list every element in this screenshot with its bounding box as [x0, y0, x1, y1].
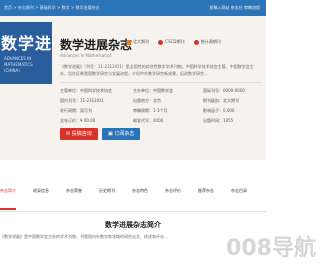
journal-tabs: 杂志简介 收录信息 杂志荣誉 历史期刊 杂志特色 杂志评价 推荐杂志 杂志目录	[0, 172, 266, 212]
journal-description: 《数学进展》（刊号：11-2312/O1）是全国性的综合性数学学术刊物。中国科学…	[60, 64, 254, 76]
topbar-right-links[interactable]: 投稿入网站 杂志社 审稿流程	[209, 0, 260, 16]
tab-indexing[interactable]: 收录信息	[33, 188, 49, 194]
tab-contents[interactable]: 杂志目录	[231, 188, 247, 194]
badge-icon	[126, 39, 131, 45]
info-cell: 出版时间：1955	[203, 118, 234, 123]
info-row: 发行周期：双月刊 审稿周期：1-3个月 影响因子：0.000	[60, 106, 266, 116]
info-cell: 国际刊号：0000-0000	[203, 88, 245, 93]
info-cell: 邮发代号：0000	[133, 118, 164, 123]
cover-line-1: ADVANCES IN	[4, 56, 32, 61]
active-tab-indicator	[0, 208, 16, 210]
cover-title: 数学进展	[1, 34, 52, 53]
info-cell: 影响因子：0.000	[203, 108, 235, 113]
info-cell: 国内刊号：11-2312/O1	[60, 98, 104, 103]
info-cell: 主办单位：中国数学会	[133, 88, 173, 93]
info-cell: 发行周期：双月刊	[60, 108, 92, 113]
subscribe-button[interactable]: ▣ 订阅杂志	[102, 128, 140, 140]
submission-consult-button[interactable]: ✉ 投稿咨询	[60, 128, 98, 140]
info-cell: 出版地方：北京	[133, 98, 161, 103]
journal-badges: 北大期刊 CSCD期刊 统计源期刊	[126, 39, 229, 45]
tab-history[interactable]: 历史期刊	[99, 188, 115, 194]
tab-reviews[interactable]: 杂志评价	[165, 188, 181, 194]
tab-intro[interactable]: 杂志简介	[0, 188, 16, 194]
info-row: 国内刊号：11-2312/O1 出版地方：北京 期刊级别：北大期刊	[60, 96, 266, 106]
badge-icon	[158, 39, 164, 45]
info-cell: 审稿周期：1-3个月	[133, 108, 168, 113]
site-watermark: 008导航	[226, 236, 316, 261]
info-cell: 主管单位：中国科学技术协会	[60, 88, 112, 93]
top-bar: 首页 > 杂志期刊 > 基础科学 > 数学 > 数学进展杂志 投稿入网站 杂志社…	[0, 0, 266, 16]
badge-cscd: CSCD期刊	[158, 39, 185, 45]
journal-cover-image: 数学进展 ADVANCES IN MATHEMATICS (CHINA)	[0, 22, 52, 84]
info-cell: 全年订价：¥ 00.00	[60, 118, 96, 123]
info-cell: 期刊级别：北大期刊	[203, 98, 239, 103]
info-row: 主管单位：中国科学技术协会 主办单位：中国数学会 国际刊号：0000-0000	[60, 86, 266, 96]
journal-info-table: 主管单位：中国科学技术协会 主办单位：中国数学会 国际刊号：0000-0000 …	[60, 86, 266, 126]
cover-line-3: (CHINA)	[4, 68, 20, 73]
tab-recommended[interactable]: 推荐杂志	[198, 188, 214, 194]
breadcrumb[interactable]: 首页 > 杂志期刊 > 基础科学 > 数学 > 数学进展杂志	[4, 0, 100, 16]
divider	[60, 82, 262, 83]
badge-peking: 北大期刊	[126, 39, 149, 45]
tab-features[interactable]: 杂志特色	[132, 188, 148, 194]
badge-icon	[193, 39, 199, 45]
cover-line-2: MATHEMATICS	[4, 62, 33, 67]
page-title: 数学进展杂志	[60, 38, 133, 52]
journal-english-title: Advances In Mathematics	[60, 53, 112, 58]
section-title: 数学进展杂志简介	[105, 221, 161, 229]
badge-stat-source: 统计源期刊	[193, 39, 221, 45]
tab-honors[interactable]: 杂志荣誉	[66, 188, 82, 194]
info-row: 全年订价：¥ 00.00 邮发代号：0000 出版时间：1955	[60, 116, 266, 126]
